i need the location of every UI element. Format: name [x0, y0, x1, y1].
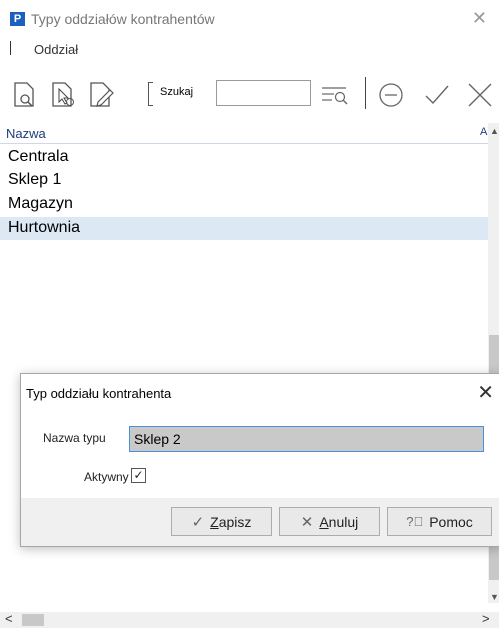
table-row[interactable]: Sklep 1 — [0, 169, 488, 192]
dialog-title: Typ oddziału kontrahenta — [26, 386, 172, 401]
help-label: Pomoc — [429, 513, 473, 530]
dialog-close-icon[interactable]: ✕ — [477, 380, 494, 405]
menu-item-oddzial[interactable]: Oddział — [34, 42, 78, 57]
close-icon: ✕ — [300, 513, 314, 531]
cancel-label: Anuluj — [319, 513, 359, 530]
column-header-extra[interactable]: A — [480, 126, 487, 138]
save-label: Zapisz — [210, 513, 252, 530]
table-row[interactable]: Magazyn — [0, 193, 488, 216]
horizontal-scroll-thumb[interactable] — [22, 614, 44, 626]
filter-list-icon[interactable] — [318, 84, 352, 106]
aktywny-label: Aktywny — [84, 470, 129, 484]
menu-separator — [10, 41, 11, 55]
table-row-selected[interactable]: Hurtownia — [0, 217, 488, 240]
toolbar-separator — [365, 77, 366, 109]
search-input[interactable] — [216, 80, 311, 106]
help-circle-icon: ?⃝ — [406, 514, 424, 529]
search-label: Szukaj — [160, 86, 194, 98]
column-header-nazwa[interactable]: Nazwa — [6, 126, 46, 141]
help-button[interactable]: ?⃝ Pomoc — [387, 507, 492, 536]
scroll-right-icon[interactable]: > — [482, 611, 490, 626]
search-bracket — [148, 82, 153, 106]
row-label: Centrala — [8, 148, 69, 165]
nazwa-typu-label: Nazwa typu — [43, 431, 106, 445]
check-icon[interactable] — [423, 82, 451, 108]
grid-header[interactable]: Nazwa A — [0, 124, 488, 144]
window-title: Typy oddziałów kontrahentów — [31, 11, 215, 27]
row-label: Sklep 1 — [8, 171, 62, 188]
document-pointer-icon[interactable] — [48, 80, 78, 110]
cancel-button[interactable]: ✕ Anuluj — [279, 507, 380, 536]
aktywny-checkbox[interactable]: ✓ — [131, 468, 146, 483]
document-edit-icon[interactable] — [86, 80, 116, 110]
edit-dialog: Typ oddziału kontrahenta ✕ Nazwa typu Ak… — [20, 373, 499, 547]
save-button[interactable]: ✓ Zapisz — [171, 507, 272, 536]
scroll-down-icon[interactable]: ▼ — [490, 592, 499, 602]
scroll-up-icon[interactable]: ▲ — [490, 126, 499, 136]
scroll-left-icon[interactable]: < — [5, 611, 13, 626]
nazwa-typu-input[interactable] — [129, 426, 484, 452]
horizontal-scrollbar[interactable] — [0, 612, 499, 628]
close-icon[interactable]: ✕ — [472, 8, 487, 29]
check-icon: ✓ — [191, 513, 205, 531]
document-search-icon[interactable] — [10, 80, 40, 110]
row-label: Hurtownia — [8, 219, 81, 236]
minus-circle-icon[interactable] — [378, 82, 404, 108]
table-row[interactable]: Centrala — [0, 146, 488, 169]
close-icon[interactable] — [466, 81, 494, 109]
app-logo: P — [10, 12, 25, 26]
row-label: Magazyn — [8, 195, 73, 212]
